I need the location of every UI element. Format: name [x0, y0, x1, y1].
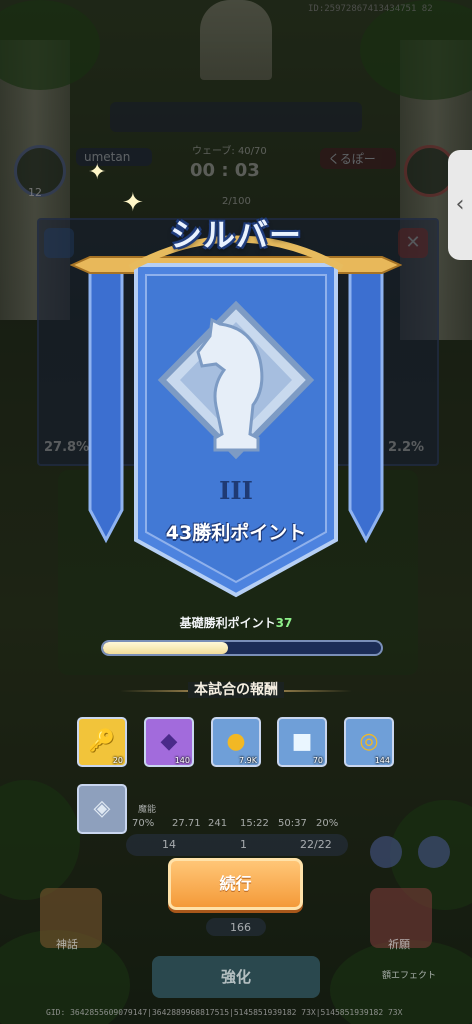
base-points-label: 基礎勝利ポイント37 — [0, 614, 472, 631]
coin-stack-item-icon: ◎ — [359, 729, 379, 754]
enhance-button[interactable]: 強化 — [152, 956, 320, 998]
rewards-title: 本試合の報酬 — [0, 679, 472, 699]
myth-label: 神話 — [56, 938, 78, 951]
rank-banner — [70, 235, 402, 598]
rank-title: シルバー — [169, 216, 302, 254]
reward-count: 7.9K — [239, 756, 257, 765]
stat-4: 15:22 — [240, 818, 269, 829]
menu-icon[interactable] — [418, 836, 450, 868]
points-progress-fill — [103, 642, 229, 654]
key-item[interactable]: 🔑 20 — [77, 717, 127, 767]
base-points-value: 37 — [275, 616, 293, 630]
stat-2: 27.71 — [172, 818, 201, 829]
reward-count: 144 — [374, 756, 390, 765]
stat-3: 241 — [208, 818, 228, 829]
coin-stack-item[interactable]: ◎ 144 — [344, 717, 394, 767]
silver-ore-item[interactable]: ◈ — [77, 784, 127, 834]
purple-crystal-item[interactable]: ◆ 140 — [144, 717, 194, 767]
gold-coin-item[interactable]: ● 7.9K — [211, 717, 261, 767]
pray-label: 祈願 — [388, 938, 410, 951]
purple-crystal-item-icon: ◆ — [160, 729, 178, 754]
ice-cube-item-icon: ■ — [291, 729, 313, 754]
sparkle-icon: ✦ — [88, 160, 107, 185]
stat-6: 20% — [316, 818, 339, 829]
victory-points: 43勝利ポイント — [165, 522, 307, 544]
effect-label: 額エフェクト — [382, 971, 437, 981]
ice-cube-item[interactable]: ■ 70 — [277, 717, 327, 767]
card-count: 166 — [230, 921, 251, 934]
reward-count: 20 — [112, 756, 123, 765]
mana-label: 魔能 — [138, 805, 157, 815]
rewards-title-text: 本試合の報酬 — [188, 682, 284, 698]
chat-icon[interactable] — [370, 836, 402, 868]
game-id-text: GID: 3642855609079147|3642889968817515|5… — [46, 1008, 403, 1017]
continue-button[interactable]: 続行 — [168, 858, 303, 910]
currency-2: 1 — [240, 838, 247, 851]
reward-count: 140 — [174, 756, 190, 765]
currency-3: 22/22 — [300, 838, 332, 851]
gold-coin-item-icon: ● — [226, 729, 246, 754]
key-item-icon: 🔑 — [88, 729, 116, 754]
stat-1: 70% — [132, 818, 155, 829]
points-progress-bar — [101, 640, 383, 656]
currency-1: 14 — [162, 838, 176, 851]
reward-count: 70 — [312, 756, 323, 765]
stat-5: 50:37 — [278, 818, 307, 829]
side-panel-chevron-icon[interactable]: ‹ — [448, 150, 472, 260]
rank-tier: III — [219, 476, 253, 505]
silver-ore-item-icon: ◈ — [93, 796, 111, 821]
base-points-text: 基礎勝利ポイント — [179, 616, 276, 630]
